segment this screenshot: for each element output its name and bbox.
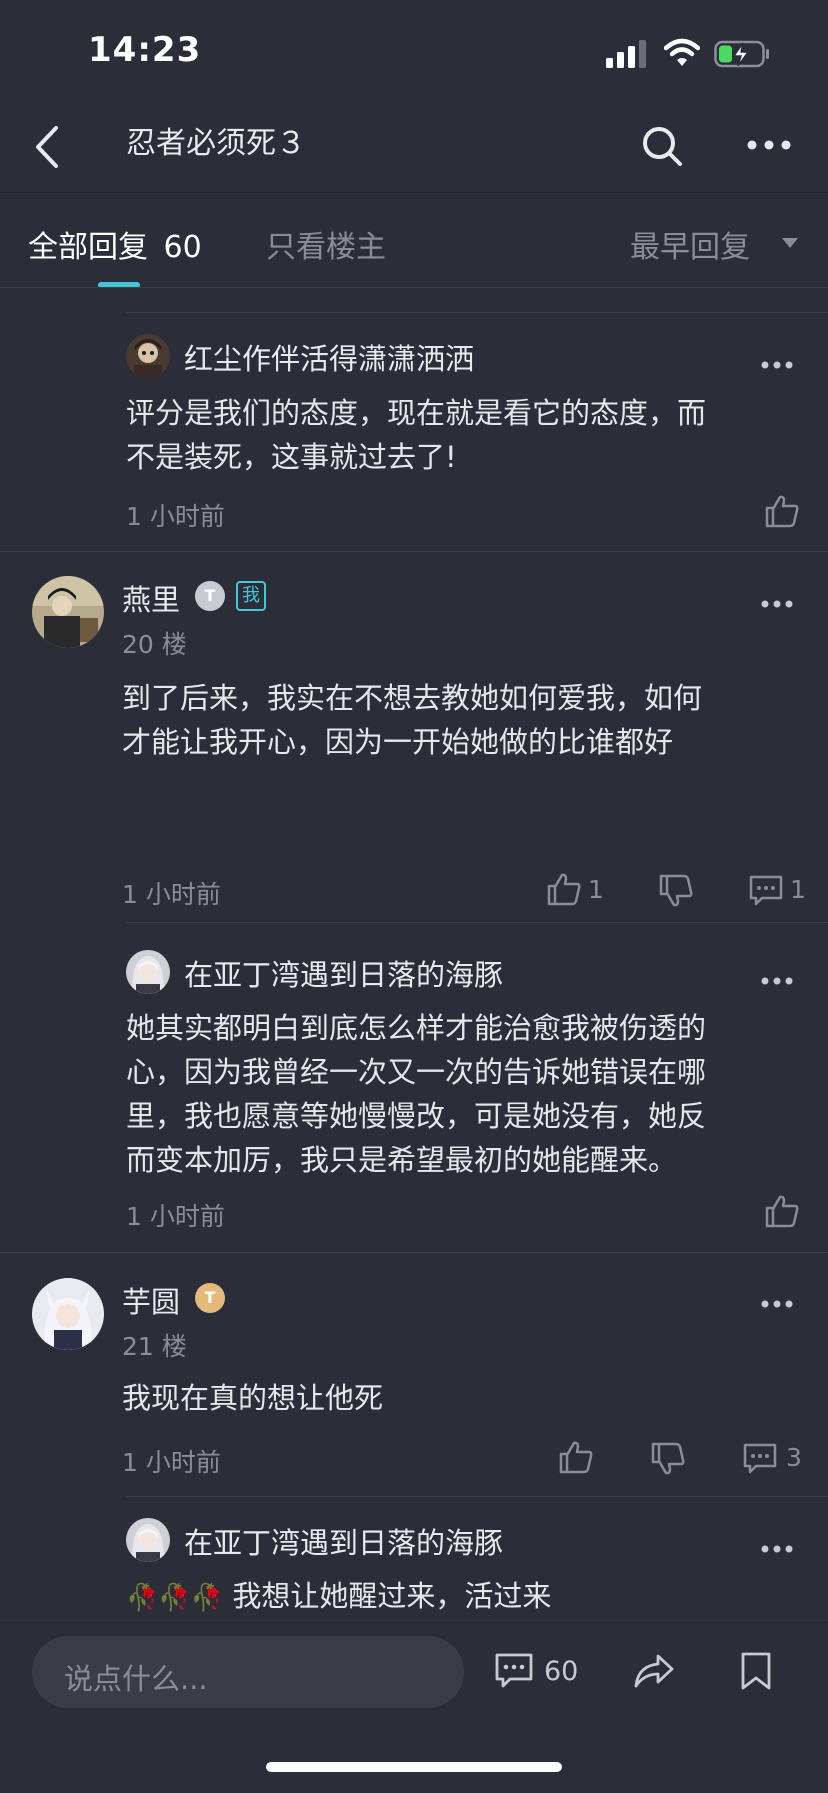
- reply-more-icon[interactable]: [760, 1544, 794, 1554]
- reply-divider: [126, 922, 828, 923]
- tab-all-label: 全部回复: [28, 230, 148, 265]
- reply-more-icon[interactable]: [760, 976, 794, 986]
- avatar[interactable]: [32, 576, 104, 648]
- reply-author-name[interactable]: 在亚丁湾遇到日落的海豚: [184, 1520, 503, 1562]
- reply-divider: [126, 1496, 828, 1497]
- tab-all-count: 60: [163, 230, 202, 265]
- status-time: 14:23: [88, 30, 202, 70]
- reply-time: 1 小时前: [122, 880, 221, 909]
- level-badge: T: [195, 1283, 225, 1313]
- reply-time: 1 小时前: [126, 502, 225, 531]
- avatar[interactable]: [126, 334, 170, 378]
- avatar[interactable]: [126, 950, 170, 994]
- reply-more-icon[interactable]: [760, 360, 794, 370]
- reply-content-line: 心，因为我曾经一次又一次的告诉她错误在哪: [126, 1055, 707, 1089]
- comment-count: 3: [786, 1443, 802, 1472]
- like-icon[interactable]: [764, 1194, 800, 1228]
- reply-divider: [126, 312, 828, 313]
- reply-time: 1 小时前: [122, 1448, 221, 1477]
- floor-number: 20 楼: [122, 630, 187, 659]
- share-icon[interactable]: [632, 1652, 676, 1690]
- back-arrow-icon[interactable]: [28, 120, 68, 174]
- comment-icon[interactable]: [742, 1442, 778, 1476]
- comment-input-placeholder: 说点什么...: [64, 1662, 208, 1696]
- bookmark-icon[interactable]: [740, 1652, 772, 1690]
- page-title: 忍者必须死３: [126, 126, 306, 161]
- wilted-rose-emoji: 🥀🥀🥀: [126, 1583, 224, 1613]
- level-badge: T: [195, 581, 225, 611]
- like-count: 1: [588, 875, 604, 904]
- reply-content-line: 她其实都明白到底怎么样才能治愈我被伤透的: [126, 1011, 707, 1045]
- sort-dropdown[interactable]: 最早回复: [630, 222, 750, 266]
- reply-author-name[interactable]: 芋圆: [122, 1279, 180, 1321]
- like-icon[interactable]: [558, 1440, 594, 1474]
- battery-charging-icon: [714, 40, 769, 68]
- reply-content: 我现在真的想让他死: [122, 1376, 383, 1420]
- reply-time: 1 小时前: [126, 1202, 225, 1231]
- comment-count: 60: [544, 1656, 579, 1687]
- caret-down-icon[interactable]: [780, 236, 800, 250]
- nav-divider: [0, 192, 828, 193]
- tab-owner-only[interactable]: 只看楼主: [266, 222, 386, 266]
- home-indicator: [266, 1762, 562, 1772]
- reply-content-line: 评分是我们的态度，现在就是看它的态度，而: [126, 396, 707, 430]
- avatar[interactable]: [32, 1278, 104, 1350]
- wifi-icon: [664, 38, 700, 66]
- floor-divider: [0, 551, 828, 552]
- reply-author-name[interactable]: 在亚丁湾遇到日落的海豚: [184, 952, 503, 994]
- dislike-icon[interactable]: [650, 1442, 686, 1476]
- avatar[interactable]: [126, 1518, 170, 1562]
- floor-divider: [0, 1252, 828, 1253]
- like-icon[interactable]: [546, 872, 582, 906]
- reply-content-line: 到了后来，我实在不想去教她如何爱我，如何: [122, 681, 703, 715]
- reply-more-icon[interactable]: [760, 1299, 794, 1309]
- reply-content-line: 不是装死，这事就过去了!: [126, 440, 457, 474]
- reply-author-name[interactable]: 红尘作伴活得潇潇洒洒: [184, 336, 474, 378]
- comment-icon[interactable]: [494, 1652, 534, 1690]
- tabs-divider: [0, 287, 828, 288]
- dislike-icon[interactable]: [658, 874, 694, 908]
- floor-number: 21 楼: [122, 1332, 187, 1361]
- reply-content: 评分是我们的态度，现在就是看它的态度，而 不是装死，这事就过去了!: [126, 391, 706, 479]
- reply-content-line: 我想让她醒过来，活过来: [232, 1579, 552, 1613]
- reply-content-line: 而变本加厉，我只是希望最初的她能醒来。: [126, 1143, 678, 1177]
- reply-content: 她其实都明白到底怎么样才能治愈我被伤透的 心，因为我曾经一次又一次的告诉她错误在…: [126, 1006, 706, 1182]
- reply-author-name[interactable]: 燕里: [122, 577, 180, 619]
- comment-count: 1: [790, 875, 806, 904]
- reply-more-icon[interactable]: [760, 599, 794, 609]
- me-badge: 我: [236, 581, 266, 611]
- tab-all-replies[interactable]: 全部回复 60: [28, 222, 202, 266]
- reply-content: 🥀🥀🥀 我想让她醒过来，活过来: [126, 1574, 551, 1620]
- like-icon[interactable]: [764, 494, 800, 528]
- reply-content-line: 我现在真的想让他死: [122, 1381, 384, 1415]
- cellular-signal-icon: [606, 40, 646, 68]
- reply-content-line: 才能让我开心，因为一开始她做的比谁都好: [122, 725, 674, 759]
- reply-content-line: 里，我也愿意等她慢慢改，可是她没有，她反: [126, 1099, 707, 1133]
- comment-icon[interactable]: [748, 874, 784, 908]
- more-options-icon[interactable]: [746, 130, 792, 160]
- reply-content: 到了后来，我实在不想去教她如何爱我，如何 才能让我开心，因为一开始她做的比谁都好: [122, 676, 702, 764]
- search-icon[interactable]: [640, 124, 684, 168]
